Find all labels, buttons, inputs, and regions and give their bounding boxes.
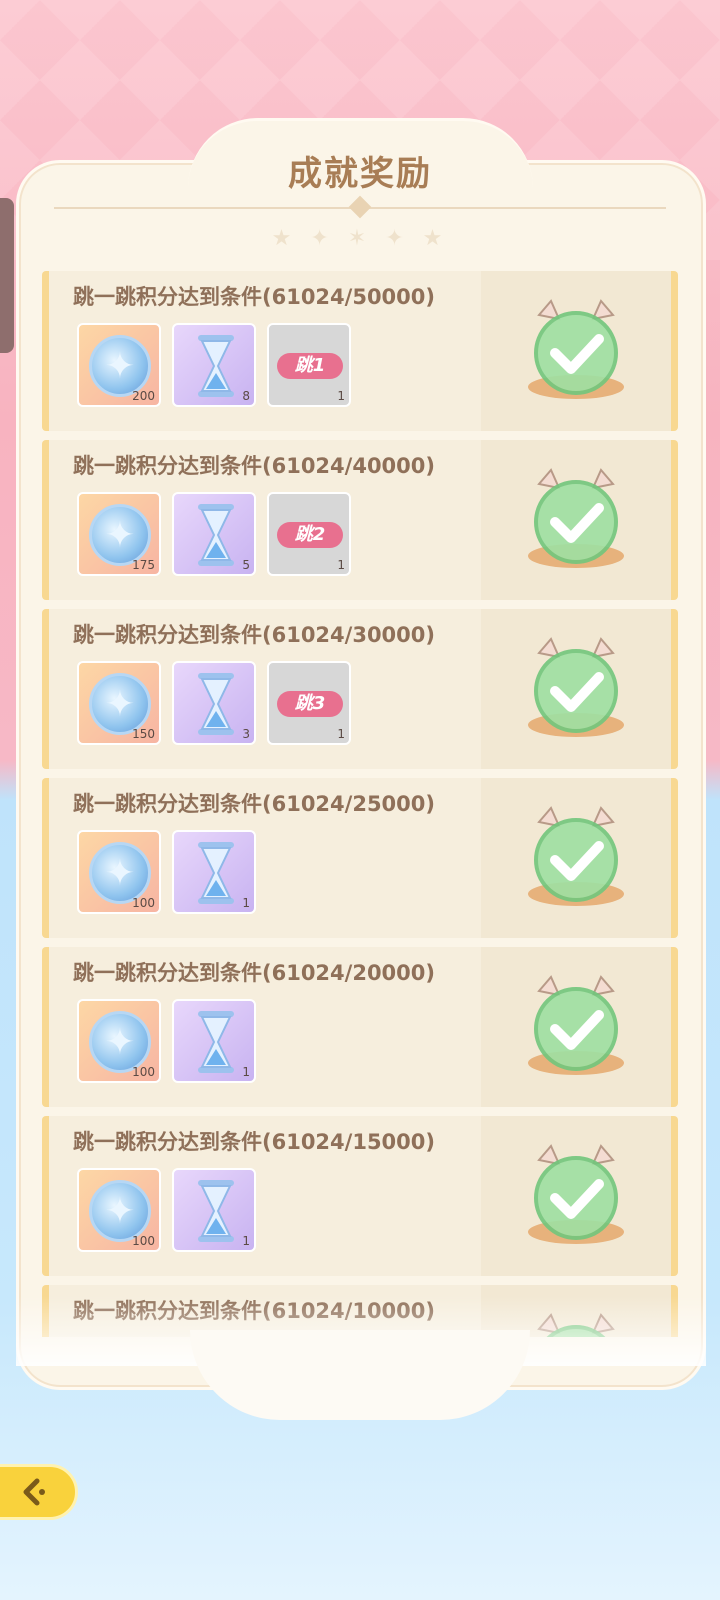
- reward-count: 200: [132, 389, 155, 403]
- claimed-check-icon: [521, 1142, 631, 1252]
- hourglass-icon: [196, 333, 236, 399]
- reward-count: 1: [337, 389, 345, 403]
- star-decoration-icon: ★ ✦ ✶ ✦ ★: [271, 226, 449, 251]
- reward-item[interactable]: 跳1 1: [267, 323, 351, 407]
- reward-items: 100 1: [77, 999, 256, 1083]
- claimed-check-icon: [521, 804, 631, 914]
- reward-item[interactable]: 1: [172, 999, 256, 1083]
- reward-count: 3: [242, 727, 250, 741]
- card-status-area: [481, 947, 671, 1107]
- back-arrow-icon: [23, 1478, 45, 1506]
- reward-items: 100 1: [77, 830, 256, 914]
- reward-item[interactable]: 8: [172, 323, 256, 407]
- card-status-area: [481, 271, 671, 431]
- reward-item[interactable]: 跳2 1: [267, 492, 351, 576]
- reward-count: 150: [132, 727, 155, 741]
- achievement-title: 跳一跳积分达到条件(61024/40000): [73, 454, 435, 478]
- reward-item[interactable]: 5: [172, 492, 256, 576]
- hourglass-icon: [196, 840, 236, 906]
- card-status-area: [481, 440, 671, 600]
- crystal-ball-icon: [89, 1180, 151, 1242]
- achievement-card[interactable]: 跳一跳积分达到条件(61024/30000) 150 3 跳3 1: [42, 609, 678, 769]
- crystal-ball-icon: [89, 842, 151, 904]
- hourglass-icon: [196, 671, 236, 737]
- crystal-ball-icon: [89, 335, 151, 397]
- crystal-ball-icon: [89, 1011, 151, 1073]
- card-status-area: [481, 778, 671, 938]
- tag-icon: 跳1: [277, 353, 343, 379]
- claimed-check-icon: [521, 635, 631, 745]
- reward-count: 1: [337, 727, 345, 741]
- hourglass-icon: [196, 502, 236, 568]
- achievement-card[interactable]: 跳一跳积分达到条件(61024/50000) 200 8 跳1 1: [42, 271, 678, 431]
- reward-item[interactable]: 150: [77, 661, 161, 745]
- claimed-check-icon: [521, 297, 631, 407]
- tag-icon: 跳2: [277, 522, 343, 548]
- reward-item[interactable]: 1: [172, 1168, 256, 1252]
- achievement-card[interactable]: 跳一跳积分达到条件(61024/20000) 100 1: [42, 947, 678, 1107]
- crystal-ball-icon: [89, 673, 151, 735]
- hourglass-icon: [196, 1178, 236, 1244]
- side-tab[interactable]: [0, 198, 14, 353]
- achievement-title: 跳一跳积分达到条件(61024/50000): [73, 285, 435, 309]
- claimed-check-icon: [521, 973, 631, 1083]
- achievement-title: 跳一跳积分达到条件(61024/15000): [73, 1130, 435, 1154]
- achievement-title: 跳一跳积分达到条件(61024/20000): [73, 961, 435, 985]
- tag-icon: 跳3: [277, 691, 343, 717]
- reward-count: 8: [242, 389, 250, 403]
- claimed-check-icon: [521, 466, 631, 576]
- reward-count: 5: [242, 558, 250, 572]
- reward-count: 175: [132, 558, 155, 572]
- hourglass-icon: [196, 1009, 236, 1075]
- reward-items: 150 3 跳3 1: [77, 661, 351, 745]
- achievement-title: 跳一跳积分达到条件(61024/30000): [73, 623, 435, 647]
- achievement-card[interactable]: 跳一跳积分达到条件(61024/15000) 100 1: [42, 1116, 678, 1276]
- reward-count: 1: [242, 1234, 250, 1248]
- reward-count: 1: [337, 558, 345, 572]
- achievement-card[interactable]: 跳一跳积分达到条件(61024/25000) 100 1: [42, 778, 678, 938]
- panel-title: 成就奖励: [288, 154, 432, 194]
- reward-count: 1: [242, 896, 250, 910]
- reward-count: 100: [132, 1234, 155, 1248]
- reward-item[interactable]: 200: [77, 323, 161, 407]
- achievement-title: 跳一跳积分达到条件(61024/25000): [73, 792, 435, 816]
- reward-item[interactable]: 跳3 1: [267, 661, 351, 745]
- reward-count: 100: [132, 896, 155, 910]
- reward-items: 200 8 跳1 1: [77, 323, 351, 407]
- reward-item[interactable]: 100: [77, 830, 161, 914]
- reward-item[interactable]: 3: [172, 661, 256, 745]
- reward-items: 175 5 跳2 1: [77, 492, 351, 576]
- achievement-card[interactable]: 跳一跳积分达到条件(61024/40000) 175 5 跳2 1: [42, 440, 678, 600]
- achievement-list[interactable]: 跳一跳积分达到条件(61024/50000)2008跳11跳一跳积分达到条件(6…: [42, 271, 678, 1337]
- card-status-area: [481, 1116, 671, 1276]
- back-button[interactable]: [0, 1464, 78, 1520]
- reward-items: 100 1: [77, 1168, 256, 1252]
- reward-item[interactable]: 100: [77, 1168, 161, 1252]
- card-status-area: [481, 609, 671, 769]
- crystal-ball-icon: [89, 504, 151, 566]
- reward-item[interactable]: 175: [77, 492, 161, 576]
- reward-item[interactable]: 100: [77, 999, 161, 1083]
- reward-item[interactable]: 1: [172, 830, 256, 914]
- reward-count: 100: [132, 1065, 155, 1079]
- panel-bottom-bulge: [190, 1330, 530, 1420]
- reward-count: 1: [242, 1065, 250, 1079]
